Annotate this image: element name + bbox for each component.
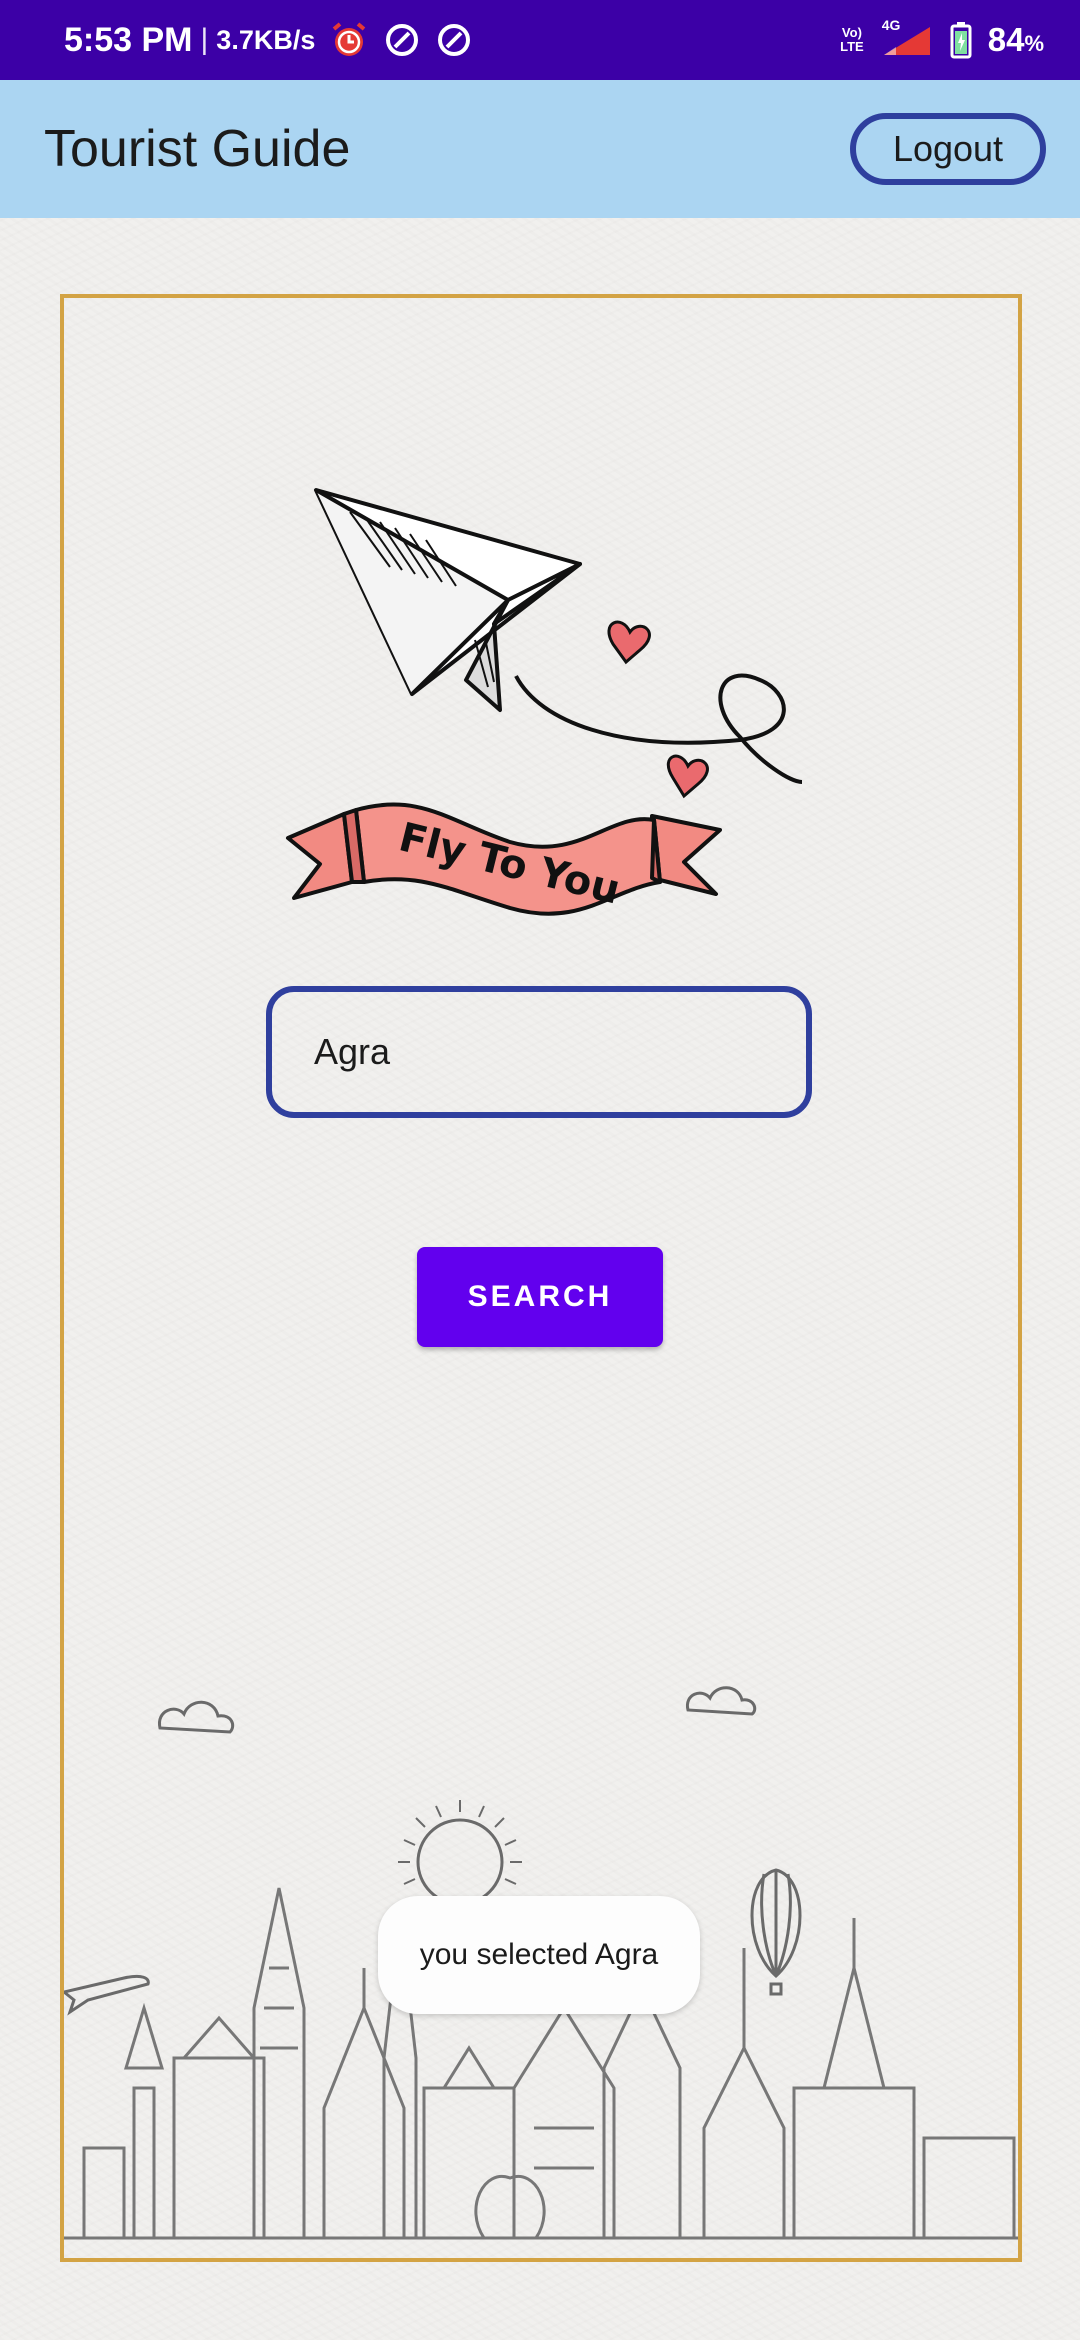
- flight-trail: [514, 673, 803, 784]
- main-content: Fly To You Agra SEARCH you selected Agra: [0, 218, 1080, 2340]
- heart-icon: [666, 754, 709, 799]
- destination-search-input[interactable]: Agra: [266, 986, 812, 1118]
- city-skyline-illustration: [60, 1448, 1018, 2263]
- alarm-icon: [329, 20, 369, 60]
- search-button[interactable]: SEARCH: [417, 1247, 663, 1347]
- hot-air-balloon-icon: [750, 1868, 802, 1996]
- status-separator: |: [200, 23, 209, 56]
- app-bar: Tourist Guide Logout: [0, 80, 1080, 218]
- airplane-icon: [60, 1974, 150, 2016]
- fly-to-you-illustration: Fly To You: [280, 342, 820, 947]
- cloud-icon: [685, 1686, 757, 1716]
- toast-message: you selected Agra: [378, 1896, 700, 2014]
- data-saver-icon: [435, 21, 473, 59]
- data-saver-icon: [383, 21, 421, 59]
- signal-icon: 4G: [880, 17, 934, 59]
- logout-button[interactable]: Logout: [850, 113, 1046, 185]
- volte-icon: Vo) LTE: [840, 25, 864, 54]
- status-bar: 5:53 PM | 3.7KB/s Vo) LTE 4G 84%: [0, 0, 1080, 80]
- app-title: Tourist Guide: [44, 120, 351, 178]
- network-speed: 3.7KB/s: [216, 24, 316, 55]
- heart-icon: [607, 620, 651, 665]
- battery-level: 84%: [987, 21, 1044, 58]
- battery-icon: [950, 21, 972, 59]
- paper-plane-icon: [314, 488, 582, 712]
- cloud-icon: [158, 1700, 235, 1734]
- status-time: 5:53 PM: [64, 20, 193, 59]
